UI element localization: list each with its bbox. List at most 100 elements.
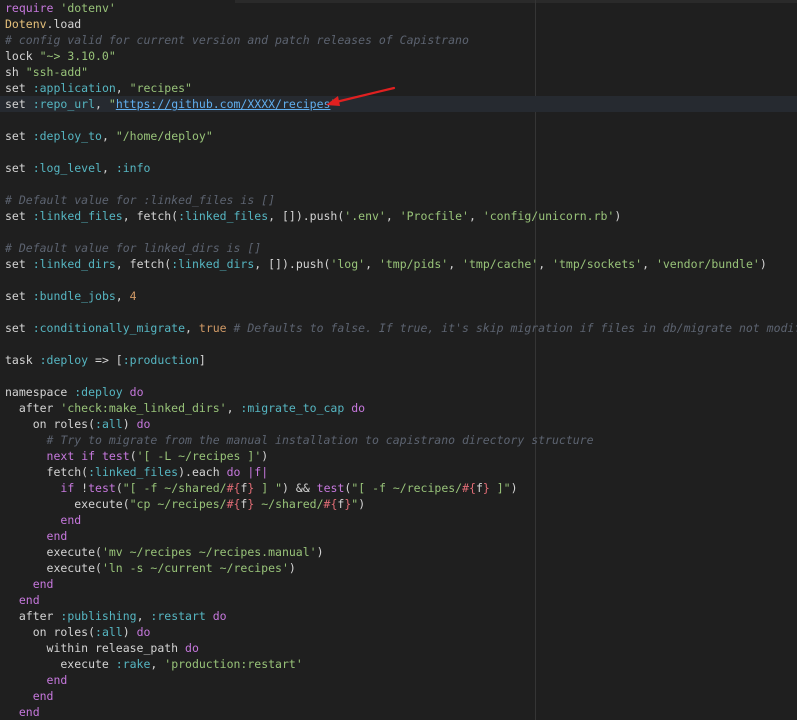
code-token: ,: [115, 81, 130, 95]
code-token: test: [101, 449, 130, 463]
code-token: Dotenv: [5, 17, 47, 31]
code-token: |f|: [247, 465, 269, 479]
code-line[interactable]: set :bundle_jobs, 4: [5, 288, 797, 304]
code-line[interactable]: within release_path do: [5, 640, 797, 656]
code-token: :rake: [115, 657, 151, 671]
code-token: :all: [95, 625, 123, 639]
annotation-arrow-icon: [326, 86, 396, 106]
code-token: ): [358, 497, 366, 511]
code-token: end: [18, 705, 40, 719]
code-line[interactable]: [5, 368, 797, 384]
code-token: after: [5, 401, 61, 415]
code-token: 'tmp/sockets': [552, 257, 643, 271]
code-line[interactable]: end: [5, 688, 797, 704]
code-line[interactable]: # Try to migrate from the manual install…: [5, 432, 797, 448]
code-token: "recipes": [129, 81, 192, 95]
code-token: !: [74, 481, 89, 495]
code-line[interactable]: sh "ssh-add": [5, 64, 797, 80]
code-token: set: [5, 129, 33, 143]
code-token: "ssh-add": [25, 65, 89, 79]
code-line[interactable]: [5, 336, 797, 352]
code-token: (: [129, 449, 137, 463]
code-token: do: [136, 417, 151, 431]
code-token: set: [5, 161, 33, 175]
code-token: # Default value for :linked_files is []: [5, 193, 276, 207]
code-token: ) &&: [282, 481, 317, 495]
code-line[interactable]: set :log_level, :info: [5, 160, 797, 176]
code-line[interactable]: [5, 224, 797, 240]
code-token: "/home/deploy": [115, 129, 213, 143]
code-token: ]": [489, 481, 511, 495]
code-token: :bundle_jobs: [32, 289, 116, 303]
code-line[interactable]: if !test("[ -f ~/shared/#{f} ] ") && tes…: [5, 480, 797, 496]
code-token: ,: [642, 257, 656, 271]
code-line[interactable]: execute('ln -s ~/current ~/recipes'): [5, 560, 797, 576]
code-token: 'production:restart': [164, 657, 303, 671]
code-line[interactable]: [5, 272, 797, 288]
code-token: set: [5, 81, 33, 95]
code-line[interactable]: next if test('[ -L ~/recipes ]'): [5, 448, 797, 464]
code-line[interactable]: end: [5, 704, 797, 720]
code-line[interactable]: [5, 144, 797, 160]
code-line[interactable]: # config valid for current version and p…: [5, 32, 797, 48]
code-token: ,: [185, 321, 199, 335]
code-line[interactable]: end: [5, 672, 797, 688]
code-line[interactable]: on roles(:all) do: [5, 624, 797, 640]
code-token: task: [5, 353, 40, 367]
code-line[interactable]: lock "~> 3.10.0": [5, 48, 797, 64]
code-token: ): [614, 209, 622, 223]
code-line[interactable]: after :publishing, :restart do: [5, 608, 797, 624]
code-line[interactable]: set :conditionally_migrate, true # Defau…: [5, 320, 797, 336]
code-token: ,: [538, 257, 553, 271]
code-line[interactable]: execute('mv ~/recipes ~/recipes.manual'): [5, 544, 797, 560]
code-token: 'Procfile': [399, 209, 469, 223]
code-line[interactable]: execute("cp ~/recipes/#{f} ~/shared/#{f}…: [5, 496, 797, 512]
code-line[interactable]: namespace :deploy do: [5, 384, 797, 400]
code-token: 'config/unicorn.rb': [482, 209, 615, 223]
code-token: (: [115, 481, 123, 495]
code-token: 'tmp/pids': [378, 257, 449, 271]
code-token: ": [108, 97, 116, 111]
repo-url-link[interactable]: https://github.com/XXXX/recipes: [116, 97, 331, 111]
code-token: set: [5, 289, 33, 303]
code-token: set: [5, 97, 33, 111]
code-line[interactable]: [5, 176, 797, 192]
code-line[interactable]: after 'check:make_linked_dirs', :migrate…: [5, 400, 797, 416]
code-token: }: [482, 481, 490, 495]
code-line[interactable]: set :linked_dirs, fetch(:linked_dirs, []…: [5, 256, 797, 272]
code-token: fetch(: [5, 465, 89, 479]
code-editor[interactable]: require 'dotenv' Dotenv.load # config vali…: [0, 0, 797, 720]
code-token: :production: [122, 353, 199, 367]
code-token: :linked_dirs: [32, 257, 116, 271]
code-line[interactable]: end: [5, 528, 797, 544]
code-line[interactable]: execute :rake, 'production:restart': [5, 656, 797, 672]
code-token: ,: [101, 129, 116, 143]
code-token: # Defaults to false. If true, it's skip …: [233, 321, 797, 335]
code-token: set: [5, 209, 33, 223]
code-line[interactable]: [5, 304, 797, 320]
code-token: "cp ~/recipes/: [129, 497, 227, 511]
code-line[interactable]: set :deploy_to, "/home/deploy": [5, 128, 797, 144]
code-line[interactable]: set :linked_files, fetch(:linked_files, …: [5, 208, 797, 224]
code-line[interactable]: [5, 112, 797, 128]
code-token: #{: [226, 497, 241, 511]
code-token: ): [261, 449, 269, 463]
code-token: :deploy: [74, 385, 123, 399]
code-line[interactable]: # Default value for :linked_files is []: [5, 192, 797, 208]
code-line[interactable]: end: [5, 592, 797, 608]
code-line[interactable]: end: [5, 576, 797, 592]
code-line[interactable]: on roles(:all) do: [5, 416, 797, 432]
code-line[interactable]: # Default value for linked_dirs is []: [5, 240, 797, 256]
code-line[interactable]: task :deploy => [:production]: [5, 352, 797, 368]
code-token: ,: [115, 289, 130, 303]
code-token: do: [185, 641, 199, 655]
code-line[interactable]: fetch(:linked_files).each do |f|: [5, 464, 797, 480]
code-line[interactable]: require 'dotenv': [5, 0, 797, 16]
code-line[interactable]: Dotenv.load: [5, 16, 797, 32]
code-line[interactable]: end: [5, 512, 797, 528]
code-token: 'mv ~/recipes ~/recipes.manual': [101, 545, 317, 559]
